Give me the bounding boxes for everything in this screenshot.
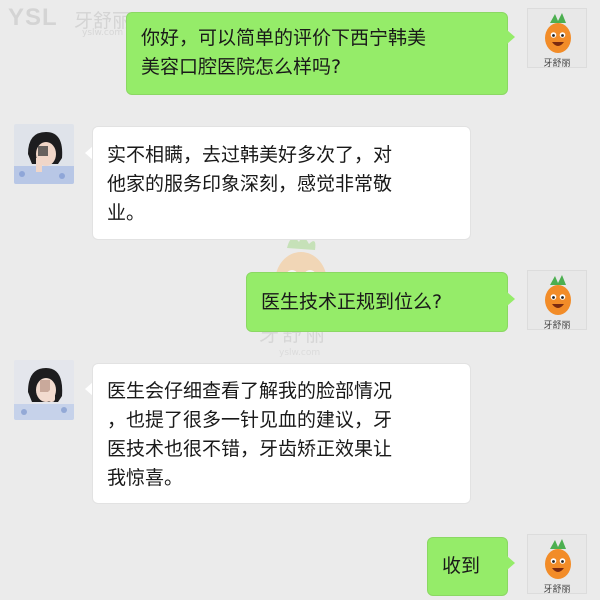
message-bubble-self[interactable]: 医生技术正规到位么?: [246, 272, 508, 332]
watermark-center-url: yslw.com: [279, 348, 321, 358]
carrot-mascot-icon: [545, 13, 571, 53]
carrot-mascot-icon: [545, 275, 571, 315]
message-bubble-self[interactable]: 收到: [427, 537, 508, 596]
message-bubble-other[interactable]: 医生会仔细查看了解我的脸部情况 ，也提了很多一针见血的建议，牙 医技术也很不错，…: [92, 363, 471, 504]
carrot-mascot-icon: [545, 539, 571, 579]
message-bubble-other[interactable]: 实不相瞒，去过韩美好多次了，对 他家的服务印象深刻，感觉非常敬 业。: [92, 126, 471, 240]
avatar-user[interactable]: [14, 124, 74, 184]
avatar-brand[interactable]: 牙舒丽: [527, 534, 587, 595]
avatar-brand[interactable]: 牙舒丽: [527, 270, 587, 331]
user-photo-icon: [14, 124, 74, 184]
bubble-tail: [507, 556, 515, 570]
bubble-tail: [507, 30, 515, 44]
watermark-url: yslw.com: [82, 28, 124, 38]
bubble-tail: [507, 292, 515, 306]
avatar-brand[interactable]: 牙舒丽: [527, 8, 587, 69]
watermark-brand-latin: YSL: [8, 4, 58, 31]
avatar-brand-name: 牙舒丽: [543, 585, 571, 595]
avatar-brand-name: 牙舒丽: [543, 59, 571, 69]
avatar-brand-name: 牙舒丽: [543, 321, 571, 331]
avatar-user[interactable]: [14, 360, 74, 420]
message-bubble-self[interactable]: 你好，可以简单的评价下西宁韩美 美容口腔医院怎么样吗?: [126, 12, 508, 95]
user-photo-icon: [14, 360, 74, 420]
